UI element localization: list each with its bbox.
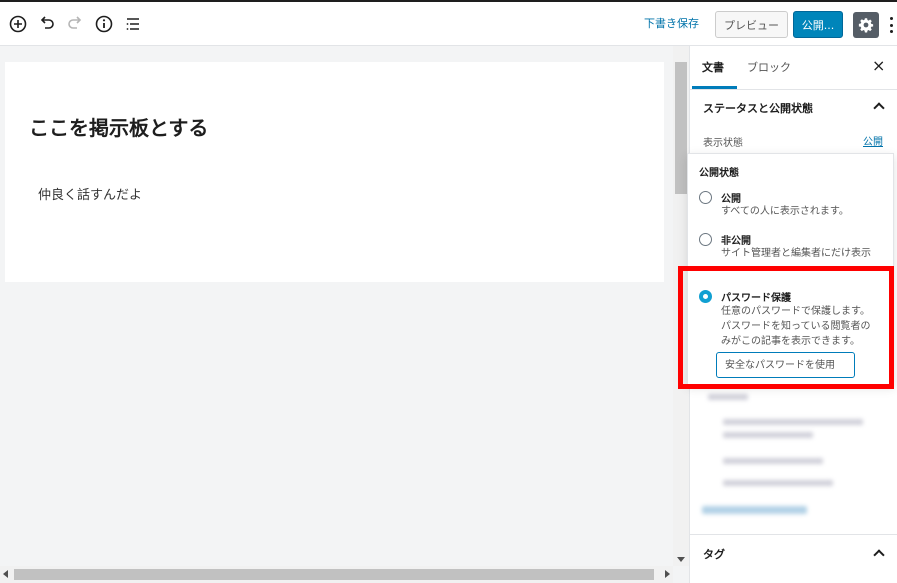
option-password-desc: パスワードを知っている閲覧者の (721, 321, 871, 332)
redo-icon[interactable] (64, 13, 86, 35)
save-draft-link[interactable]: 下書き保存 (644, 15, 699, 31)
publish-button[interactable]: 公開... (793, 11, 843, 38)
radio-public[interactable] (699, 191, 712, 204)
sidebar-tabs: 文書 ブロック × (690, 46, 897, 90)
gear-icon (858, 18, 874, 33)
scroll-right-icon[interactable] (665, 570, 670, 578)
close-icon[interactable]: × (872, 56, 885, 75)
visibility-popover: 公開状態 公開 すべての人に表示されます。 非公開 サイト管理者と編集者にだけ表… (687, 153, 894, 385)
chevron-up-icon[interactable] (873, 549, 885, 561)
blurred-link (702, 506, 807, 514)
paragraph-block[interactable]: 仲良く話すんだよ (38, 184, 142, 203)
info-icon[interactable] (93, 13, 115, 35)
tab-block[interactable]: ブロック (747, 59, 791, 75)
password-input[interactable] (716, 352, 855, 378)
scrollbar-thumb[interactable] (14, 569, 654, 580)
option-public-label[interactable]: 公開 (721, 190, 741, 205)
radio-private[interactable] (699, 233, 712, 246)
option-password-desc: 任意のパスワードで保護します。 (721, 306, 870, 317)
list-view-icon[interactable] (122, 13, 144, 35)
scrollbar-thumb[interactable] (675, 62, 687, 194)
popover-title: 公開状態 (699, 168, 739, 179)
radio-password[interactable] (699, 290, 712, 303)
undo-icon[interactable] (36, 13, 58, 35)
divider (690, 534, 897, 535)
chevron-up-icon[interactable] (873, 102, 885, 114)
editor-header-toolbar: 下書き保存 プレビュー 公開... (0, 0, 897, 46)
option-private-label[interactable]: 非公開 (721, 232, 751, 247)
active-tab-indicator (692, 86, 737, 89)
option-public-desc: すべての人に表示されます。 (721, 206, 849, 217)
editor-canvas: ここを掲示板とする 仲良く話すんだよ (0, 46, 673, 566)
tab-document[interactable]: 文書 (702, 59, 724, 75)
more-options-button[interactable] (886, 14, 896, 36)
option-private-desc: サイト管理者と編集者にだけ表示 (721, 248, 871, 259)
scroll-left-icon[interactable] (3, 570, 8, 578)
post-title[interactable]: ここを掲示板とする (29, 112, 208, 141)
visibility-toggle[interactable]: 公開 (863, 133, 883, 148)
option-password-label[interactable]: パスワード保護 (721, 289, 791, 304)
option-password-desc: みがこの記事を表示できます。 (721, 336, 860, 347)
more-vertical-icon (889, 17, 893, 20)
add-block-icon[interactable] (7, 13, 29, 35)
visibility-label: 表示状態 (703, 138, 743, 149)
horizontal-scrollbar[interactable] (0, 566, 673, 583)
scroll-down-icon[interactable] (677, 557, 685, 562)
blurred-content (698, 384, 883, 524)
settings-button[interactable] (853, 12, 879, 38)
tag-panel-title[interactable]: タグ (703, 546, 725, 562)
editor-page: ここを掲示板とする 仲良く話すんだよ (5, 62, 664, 282)
status-panel-title[interactable]: ステータスと公開状態 (703, 100, 813, 116)
preview-button[interactable]: プレビュー (715, 11, 788, 38)
